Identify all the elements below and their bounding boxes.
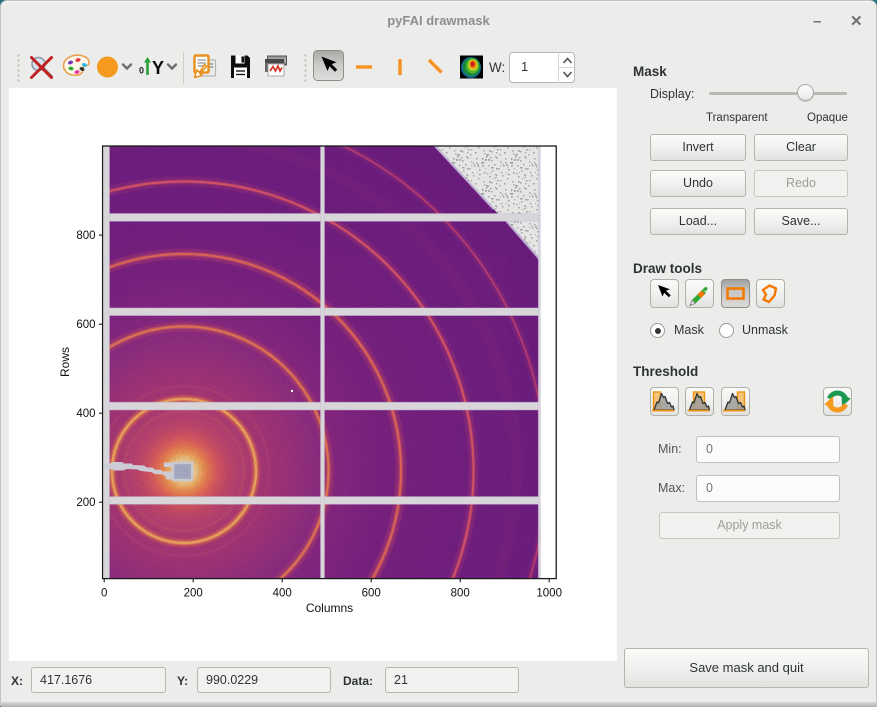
svg-text:Rows: Rows: [58, 347, 72, 377]
svg-text:0: 0: [101, 588, 107, 600]
svg-text:Y: Y: [152, 58, 164, 78]
svg-text:200: 200: [76, 497, 95, 509]
svg-text:1000: 1000: [536, 588, 562, 600]
svg-text:200: 200: [184, 588, 203, 600]
svg-text:400: 400: [76, 408, 95, 420]
svg-text:400: 400: [273, 588, 292, 600]
svg-text:600: 600: [76, 319, 95, 331]
svg-text:Columns: Columns: [306, 601, 353, 615]
svg-text:600: 600: [362, 588, 381, 600]
svg-text:W:: W:: [489, 60, 505, 75]
svg-text:800: 800: [451, 588, 470, 600]
svg-text:0: 0: [139, 66, 144, 76]
svg-text:800: 800: [76, 230, 95, 242]
